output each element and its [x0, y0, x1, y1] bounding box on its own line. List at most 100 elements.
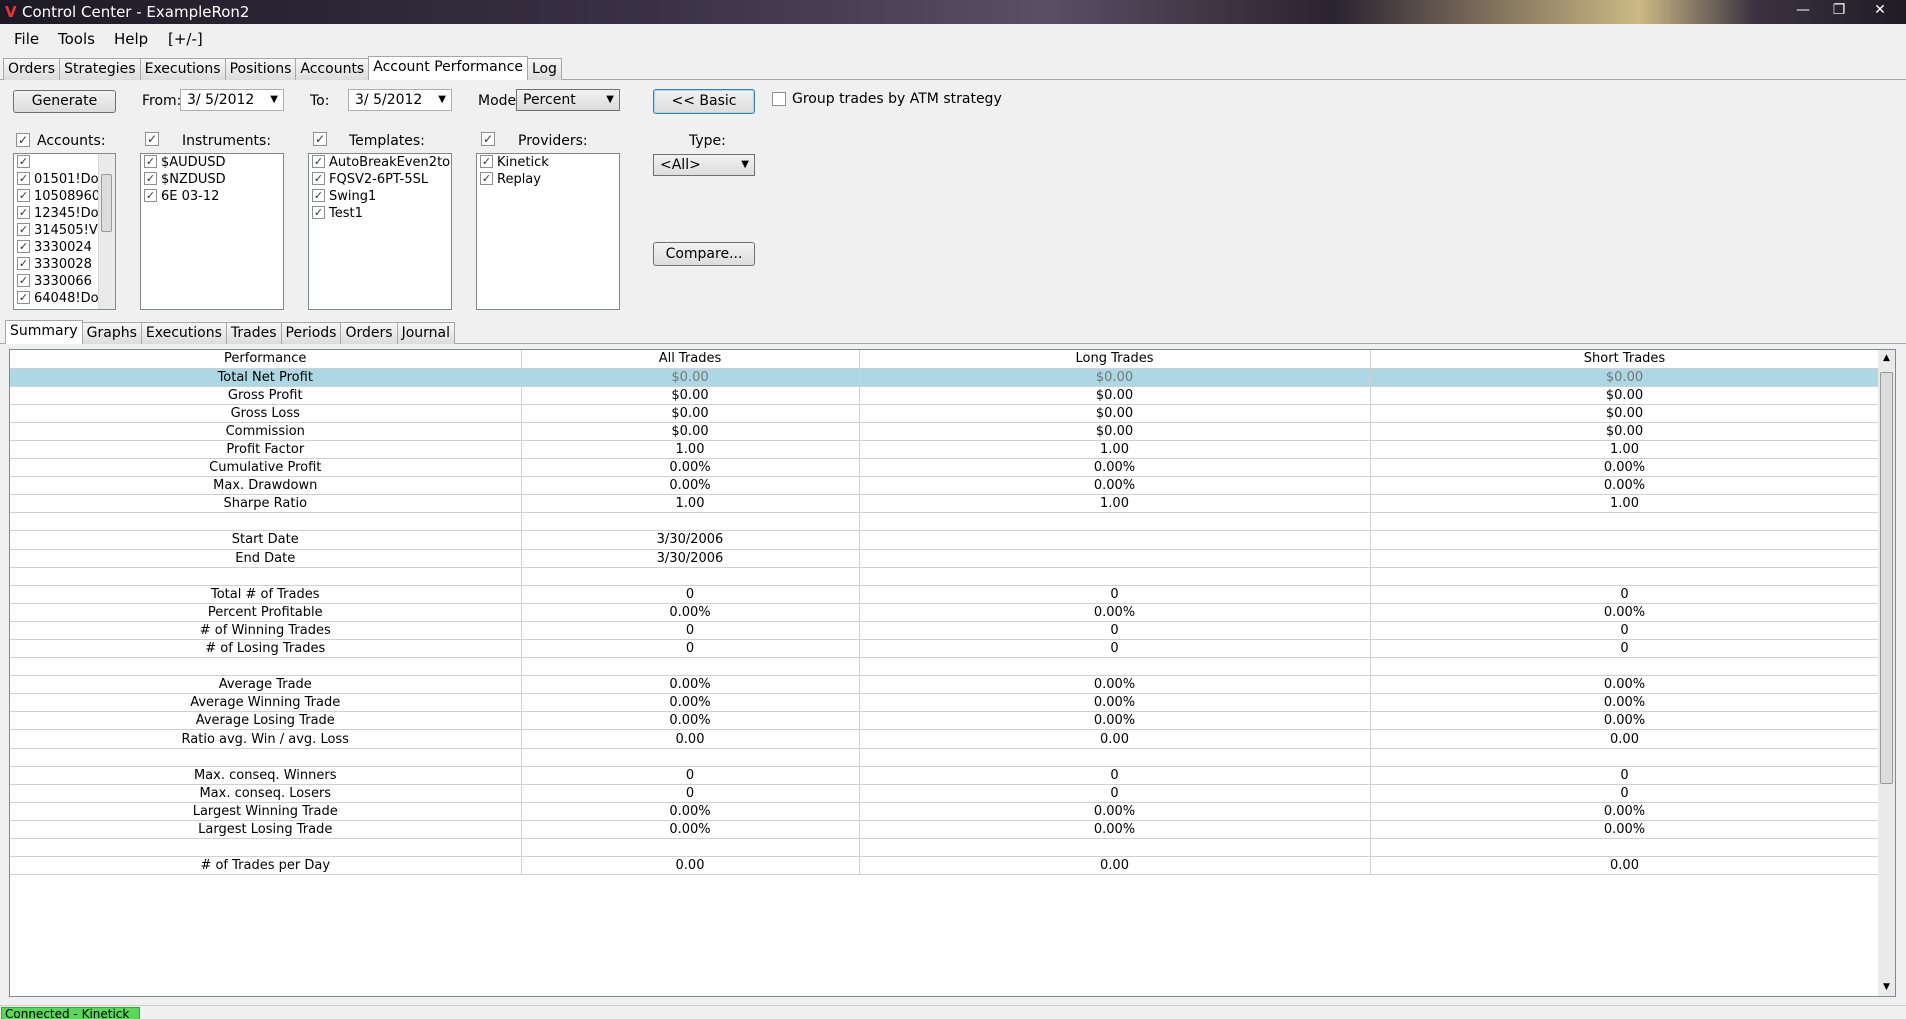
providers-list[interactable]: ✓ Kinetick ✓ Replay	[476, 153, 620, 310]
group-trades-checkbox[interactable]	[772, 92, 786, 106]
checkbox[interactable]: ✓	[480, 172, 493, 185]
checkbox[interactable]: ✓	[144, 172, 157, 185]
scroll-thumb[interactable]	[1880, 372, 1893, 784]
table-row[interactable]: Ratio avg. Win / avg. Loss 0.00 0.00 0.00	[10, 729, 1880, 749]
table-row[interactable]: Sharpe Ratio 1.00 1.00 1.00	[10, 494, 1880, 514]
table-row[interactable]	[10, 838, 1880, 858]
table-row[interactable]: Average Winning Trade 0.00% 0.00% 0.00%	[10, 693, 1880, 713]
mode-select[interactable]: Percent ▼	[516, 89, 620, 111]
tab-positions[interactable]: Positions	[224, 58, 297, 80]
checkbox[interactable]: ✓	[17, 172, 30, 185]
tab-orders-sub[interactable]: Orders	[340, 322, 398, 344]
menu-file[interactable]: File	[14, 30, 39, 48]
tab-trades[interactable]: Trades	[225, 322, 282, 344]
table-row[interactable]: Total # of Trades 0 0 0	[10, 585, 1880, 604]
table-row[interactable]: # of Trades per Day 0.00 0.00 0.00	[10, 856, 1880, 876]
checkbox[interactable]: ✓	[480, 155, 493, 168]
table-row[interactable]: Cumulative Profit 0.00% 0.00% 0.00%	[10, 458, 1880, 478]
table-row[interactable]	[10, 567, 1880, 586]
tab-account-performance[interactable]: Account Performance	[368, 56, 528, 80]
col-header-all-trades[interactable]: All Trades	[521, 350, 860, 369]
minimize-button[interactable]: —	[1783, 0, 1823, 20]
tab-graphs[interactable]: Graphs	[81, 322, 142, 344]
scroll-up-icon[interactable]: ▲	[1878, 350, 1895, 367]
maximize-button[interactable]: ❐	[1821, 0, 1857, 20]
table-row[interactable]: Gross Loss $0.00 $0.00 $0.00	[10, 404, 1880, 423]
list-item[interactable]: ✓ AutoBreakEven2to1	[309, 154, 451, 171]
from-date-picker[interactable]: 3/ 5/2012 ▼	[180, 89, 284, 111]
grid-scrollbar[interactable]: ▲ ▼	[1878, 350, 1895, 996]
table-row[interactable]: Average Trade 0.00% 0.00% 0.00%	[10, 675, 1880, 695]
table-row[interactable]: Total Net Profit $0.00 $0.00 $0.00	[10, 368, 1880, 387]
instruments-checkbox[interactable]: ✓	[145, 132, 159, 146]
table-row[interactable]: Max. conseq. Losers 0 0 0	[10, 784, 1880, 803]
tab-executions-sub[interactable]: Executions	[140, 322, 227, 344]
close-button[interactable]: ✕	[1857, 0, 1903, 20]
list-item[interactable]: ✓ 6E 03-12	[141, 188, 283, 205]
table-row[interactable]	[10, 512, 1880, 532]
templates-list[interactable]: ✓ AutoBreakEven2to1 ✓ FQSV2-6PT-5SL ✓ Swing…	[308, 153, 452, 310]
providers-checkbox[interactable]: ✓	[481, 132, 495, 146]
tab-journal[interactable]: Journal	[396, 322, 455, 344]
accounts-checkbox[interactable]: ✓	[16, 133, 30, 147]
list-item[interactable]: ✓ Swing1	[309, 188, 451, 205]
scroll-thumb[interactable]	[101, 174, 112, 232]
table-row[interactable]: # of Losing Trades 0 0 0	[10, 639, 1880, 659]
instruments-list[interactable]: ✓ $AUDUSD ✓ $NZDUSD ✓ 6E 03-12	[140, 153, 284, 310]
table-row[interactable]: Percent Profitable 0.00% 0.00% 0.00%	[10, 603, 1880, 622]
checkbox[interactable]: ✓	[17, 206, 30, 219]
accounts-list[interactable]: ✓ ✓ 01501!Dor ✓ 10508960 ✓ 12345!Dor ✓ 31450…	[13, 153, 116, 310]
tab-accounts[interactable]: Accounts	[295, 58, 370, 80]
checkbox[interactable]: ✓	[17, 291, 30, 304]
checkbox[interactable]: ✓	[17, 189, 30, 202]
table-row[interactable]: Largest Losing Trade 0.00% 0.00% 0.00%	[10, 820, 1880, 840]
templates-checkbox[interactable]: ✓	[313, 132, 327, 146]
tab-periods[interactable]: Periods	[280, 322, 342, 344]
checkbox[interactable]: ✓	[312, 155, 325, 168]
accounts-scrollbar[interactable]	[98, 154, 115, 309]
basic-button[interactable]: << Basic	[653, 89, 755, 114]
checkbox[interactable]: ✓	[312, 206, 325, 219]
tab-executions[interactable]: Executions	[139, 58, 226, 80]
checkbox[interactable]: ✓	[144, 189, 157, 202]
menu-toggle[interactable]: [+/-]	[168, 30, 203, 48]
table-row[interactable]: # of Winning Trades 0 0 0	[10, 621, 1880, 641]
list-item[interactable]: ✓ $AUDUSD	[141, 154, 283, 171]
checkbox[interactable]: ✓	[312, 189, 325, 202]
list-item[interactable]: ✓ Kinetick	[477, 154, 619, 171]
list-item[interactable]: ✓ $NZDUSD	[141, 171, 283, 188]
table-row[interactable]	[10, 657, 1880, 677]
scroll-down-icon[interactable]: ▼	[1878, 979, 1895, 996]
table-row[interactable]: Profit Factor 1.00 1.00 1.00	[10, 440, 1880, 460]
generate-button[interactable]: Generate	[13, 90, 116, 113]
checkbox[interactable]: ✓	[17, 257, 30, 270]
checkbox[interactable]: ✓	[144, 155, 157, 168]
table-row[interactable]: Commission $0.00 $0.00 $0.00	[10, 422, 1880, 441]
table-row[interactable]: Max. conseq. Winners 0 0 0	[10, 766, 1880, 785]
table-row[interactable]: Average Losing Trade 0.00% 0.00% 0.00%	[10, 711, 1880, 731]
tab-summary[interactable]: Summary	[5, 320, 83, 344]
tab-orders[interactable]: Orders	[3, 58, 61, 80]
list-item[interactable]: ✓ FQSV2-6PT-5SL	[309, 171, 451, 188]
col-header-short-trades[interactable]: Short Trades	[1370, 350, 1880, 369]
type-select[interactable]: <All> ▼	[653, 154, 755, 176]
table-row[interactable]: Largest Winning Trade 0.00% 0.00% 0.00%	[10, 802, 1880, 821]
to-date-picker[interactable]: 3/ 5/2012 ▼	[348, 89, 452, 111]
col-header-performance[interactable]: Performance	[10, 350, 522, 369]
table-row[interactable]: Max. Drawdown 0.00% 0.00% 0.00%	[10, 476, 1880, 496]
table-row[interactable]	[10, 748, 1880, 767]
checkbox[interactable]: ✓	[17, 223, 30, 236]
checkbox[interactable]: ✓	[17, 240, 30, 253]
table-row[interactable]: End Date 3/30/2006	[10, 549, 1880, 568]
checkbox[interactable]: ✓	[17, 155, 30, 168]
table-row[interactable]: Gross Profit $0.00 $0.00 $0.00	[10, 386, 1880, 405]
compare-button[interactable]: Compare...	[653, 242, 755, 266]
list-item[interactable]: ✓ Test1	[309, 205, 451, 222]
col-header-long-trades[interactable]: Long Trades	[859, 350, 1371, 369]
checkbox[interactable]: ✓	[17, 274, 30, 287]
tab-log[interactable]: Log	[526, 58, 562, 80]
menu-help[interactable]: Help	[114, 30, 148, 48]
menu-tools[interactable]: Tools	[58, 30, 95, 48]
tab-strategies[interactable]: Strategies	[59, 58, 141, 80]
list-item[interactable]: ✓ Replay	[477, 171, 619, 188]
